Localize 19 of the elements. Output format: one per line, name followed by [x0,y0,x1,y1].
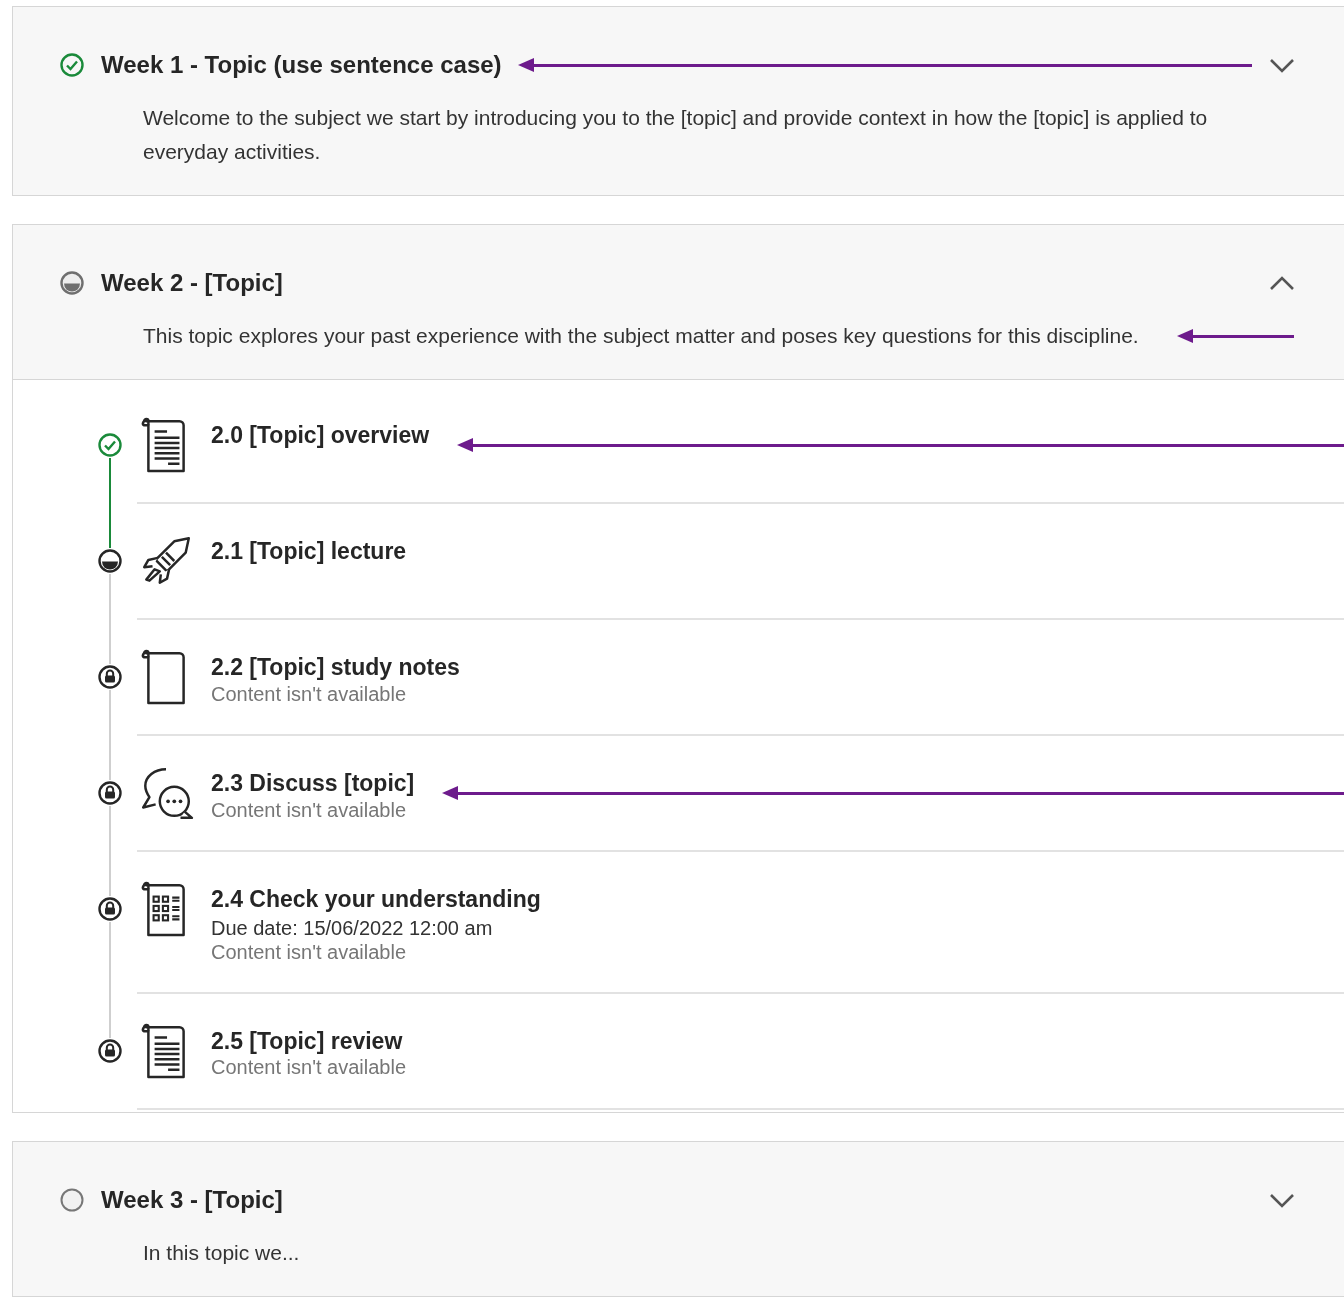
week-title[interactable]: Week 2 - [Topic] [101,265,283,301]
collapse-chevron-icon[interactable] [1268,274,1296,292]
content-link[interactable]: 2.2 [Topic] study notes [211,654,460,682]
availability-note: Content isn't available [211,681,408,706]
content-link[interactable]: 2.0 [Topic] overview [211,422,430,450]
week-description: In this topic we... [143,1239,300,1266]
week-description: Welcome to the subject we start by introducing you to the [topic] and provide context in how the [topic] is applied to everyday activities. [143,105,1209,165]
availability-note: Content isn't available [211,939,408,964]
content-link[interactable]: 2.5 [Topic] review [211,1027,403,1056]
week-title[interactable]: Week 1 - Topic (use sentence case) [101,47,502,83]
due-date: Due date: 15/06/2022 12:00 am [211,915,494,940]
content-link[interactable]: 2.4 Check your understanding [211,886,541,914]
content-link[interactable]: 2.1 [Topic] lecture [211,538,407,566]
expand-chevron-icon[interactable] [1268,56,1296,74]
availability-note: Content isn't available [211,1055,407,1080]
content-link[interactable]: 2.3 Discuss [topic] [211,770,415,798]
week-title[interactable]: Week 3 - [Topic] [101,1181,283,1218]
week-description: This topic explores your past experience with the subject matter and poses key questions for this discipline. [143,323,1139,349]
availability-note: Content isn't available [211,797,408,822]
